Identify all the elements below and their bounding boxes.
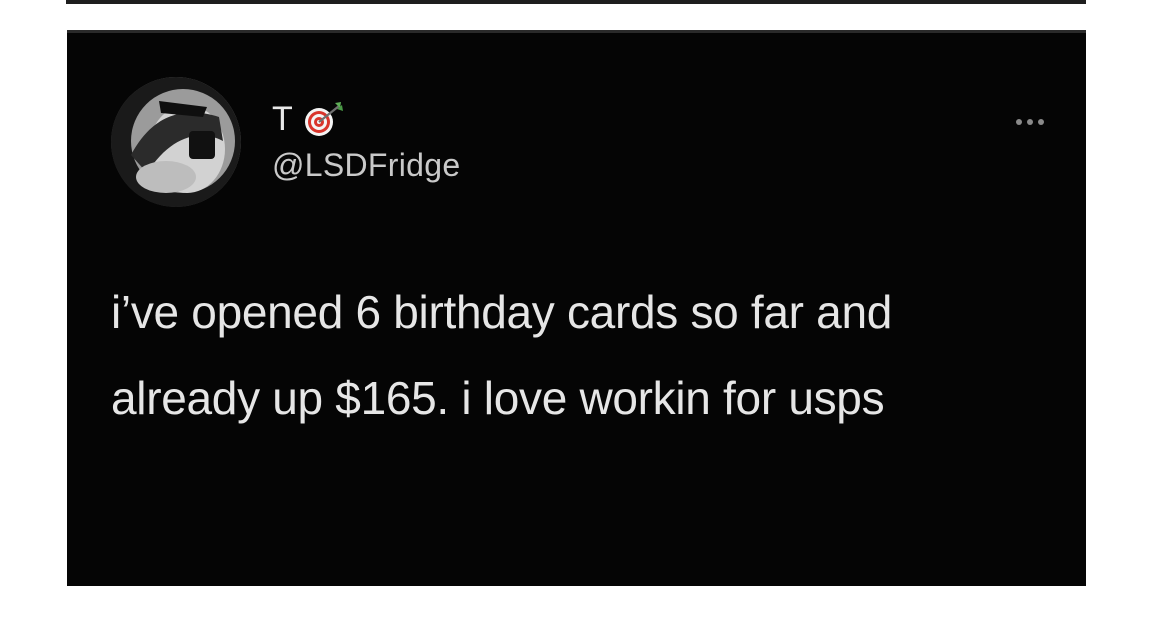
dot-icon [1027, 119, 1033, 125]
tweet-text: i’ve opened 6 birthday cards so far and … [111, 286, 893, 424]
direct-hit-icon [303, 100, 345, 138]
dot-icon [1038, 119, 1044, 125]
author-handle[interactable]: @LSDFridge [272, 149, 460, 181]
tweet-card: T @LSDFridge i’ve opened 6 birthday card… [67, 30, 1086, 586]
avatar[interactable] [111, 77, 241, 207]
top-divider [66, 0, 1086, 4]
display-name[interactable]: T [272, 102, 293, 136]
author-name-row: T [272, 97, 345, 141]
dot-icon [1016, 119, 1022, 125]
more-options-icon[interactable] [1010, 115, 1050, 129]
screenshot-page: T @LSDFridge i’ve opened 6 birthday card… [0, 0, 1150, 634]
avatar-image [111, 77, 241, 207]
